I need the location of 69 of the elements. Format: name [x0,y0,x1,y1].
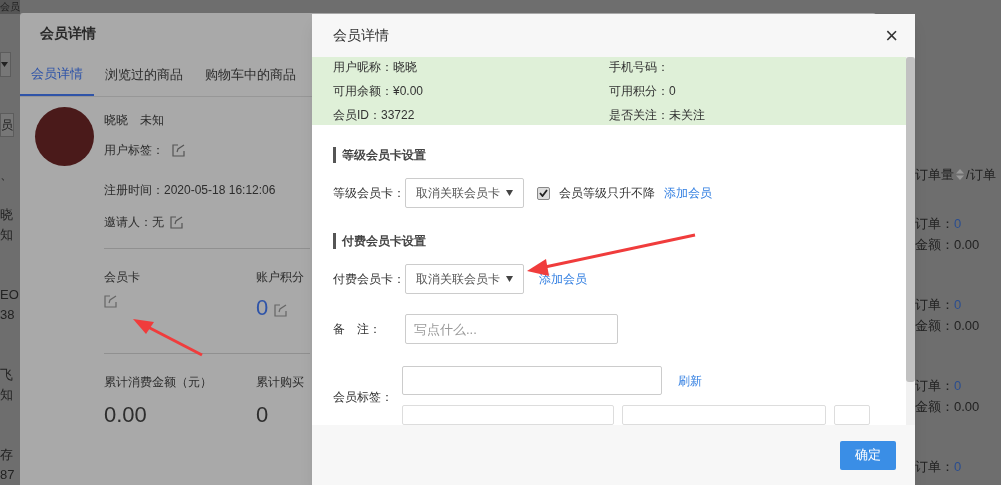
tab[interactable]: 购物车中的商品 [194,53,307,96]
dialog-title: 会员详情 [40,23,96,43]
tab[interactable]: 浏览过的商品 [94,53,194,96]
tag-select[interactable] [402,405,614,425]
table-cell-text: 晓 [0,206,14,224]
filter-button[interactable]: 员 [0,113,14,137]
scrollbar[interactable] [906,57,915,425]
stat-value: 0.00 [104,402,147,428]
table-cell-text: 订单： [915,215,954,233]
checkbox[interactable] [537,186,550,200]
info-text: 用户昵称：晓晓 [333,59,418,76]
field-label: 会员标签： [333,389,394,406]
edit-icon[interactable] [170,215,183,229]
field-label: 等级会员卡： [333,185,405,202]
card-select[interactable]: 取消关联会员卡 [405,264,524,294]
table-cell-text: 知 [0,226,14,244]
info-text: 会员ID：33722 [333,107,416,124]
table-cell-text: 金额：0.00 [915,317,981,335]
tag-field[interactable] [402,366,662,395]
table-cell-text: 38 [0,306,16,324]
registration-time: 注册时间：2020-05-18 16:12:06 [104,182,276,199]
edit-icon[interactable] [172,143,185,157]
edit-icon[interactable] [104,295,117,308]
stat-label: 账户积分 [256,269,304,286]
caret-icon [506,190,513,196]
stat-label: 累计购买 [256,374,304,391]
table-cell-text: 知 [0,386,14,404]
user-name: 晓晓 [104,112,128,129]
tab[interactable]: 会员详情 [20,53,94,96]
dialog-title: 会员详情 [333,26,389,45]
info-text: 可用积分：0 [609,83,677,100]
info-text: 是否关注：未关注 [609,107,706,124]
stat-value: 0 [256,402,269,428]
points-link[interactable]: 0 [256,295,269,321]
caret-icon [1,62,8,67]
table-cell-text: 金额：0.00 [915,236,981,254]
table-cell-text: 金额：0.00 [915,398,981,416]
user-gender: 未知 [140,112,164,129]
table-cell-text: 订单： [915,377,954,395]
field-label: 备 注： [333,321,382,338]
checkbox-label: 会员等级只升不降 [559,185,655,202]
info-text: 手机号码： [609,59,670,76]
column-header: /订单 [966,166,996,184]
tag-select[interactable] [622,405,826,425]
close-button[interactable]: × [885,24,898,47]
info-text: 可用余额：¥0.00 [333,83,425,100]
edit-icon[interactable] [274,304,288,317]
table-cell-text: 订单： [915,296,954,314]
table-cell-text: 87 [0,466,16,484]
annotation-arrow [133,319,203,357]
stat-label: 累计消费金额（元） [104,374,212,391]
caret-icon [506,276,513,282]
column-header: 订单量 [915,166,954,184]
stat-label: 会员卡 [104,269,140,286]
table-cell-text: 订单： [915,458,954,476]
field-label: 付费会员卡： [333,271,405,288]
card-select[interactable]: 取消关联会员卡 [405,178,524,208]
confirm-button[interactable]: 确定 [840,440,896,470]
note-field[interactable]: 写点什么... [405,314,618,344]
table-cell-text: 飞 [0,366,14,384]
refresh-link[interactable]: 刷新 [678,371,702,390]
table-cell-text: 存 [0,446,14,464]
table-cell-text: EO [0,286,20,304]
sort-icon[interactable] [956,169,964,180]
field-label: 用户标签： [104,142,164,159]
inviter-text: 邀请人：无 [104,214,164,231]
table-cell-text: 、 [0,166,14,184]
filter-select[interactable] [0,52,11,77]
add-member-link[interactable]: 添加会员 [664,184,712,202]
